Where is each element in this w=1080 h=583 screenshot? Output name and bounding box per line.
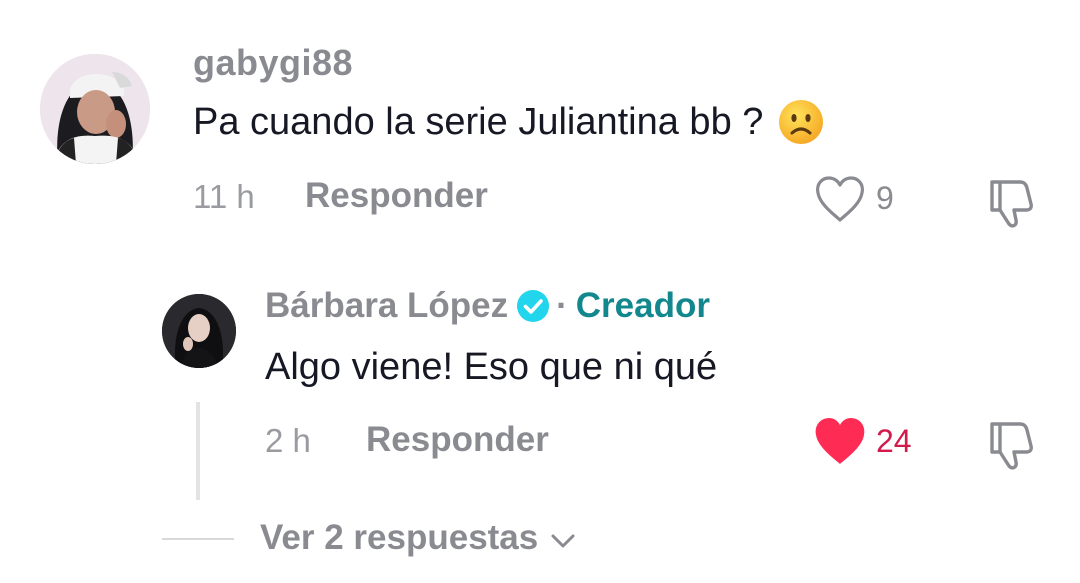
like-count: 9 [876, 180, 894, 216]
reply-timestamp: 2 h [265, 422, 311, 459]
comment-text-content: Pa cuando la serie Juliantina bb ? [193, 100, 764, 143]
view-replies-label: Ver 2 respuestas [260, 518, 539, 557]
thumbs-down-icon [990, 180, 1033, 228]
avatar-image [40, 54, 150, 164]
dislike-button[interactable] [984, 416, 1042, 472]
avatar-image [162, 294, 236, 368]
comment-text: Pa cuando la serie Juliantina bb ? [193, 98, 825, 146]
comment-username[interactable]: gabygi88 [193, 42, 353, 84]
reply-username[interactable]: Bárbara López [265, 286, 508, 326]
chevron-down-icon [551, 534, 575, 548]
divider [162, 538, 234, 540]
frowning-face-emoji-icon [779, 100, 824, 144]
verified-badge-icon [517, 290, 550, 322]
view-replies-button[interactable]: Ver 2 respuestas [260, 518, 576, 558]
heart-filled-icon [815, 418, 865, 464]
reply-button[interactable]: Responder [305, 176, 488, 216]
reply-button[interactable]: Responder [366, 420, 549, 460]
thread-line [196, 402, 200, 500]
heart-icon [816, 176, 864, 222]
dislike-button[interactable] [984, 174, 1042, 230]
comment-timestamp: 11 h [193, 178, 255, 215]
reply-text: Algo viene! Eso que ni qué [265, 346, 718, 388]
avatar-barbara-lopez[interactable] [162, 294, 236, 368]
thumbs-down-icon [990, 422, 1033, 470]
like-count: 24 [876, 423, 912, 459]
creator-label: Creador [575, 286, 710, 325]
like-button-liked[interactable] [812, 416, 868, 468]
separator-dot: · [556, 286, 568, 325]
reply-author-row: Bárbara López · Creador [265, 286, 710, 326]
like-button[interactable] [812, 174, 868, 226]
avatar-gabygi88[interactable] [40, 54, 150, 164]
